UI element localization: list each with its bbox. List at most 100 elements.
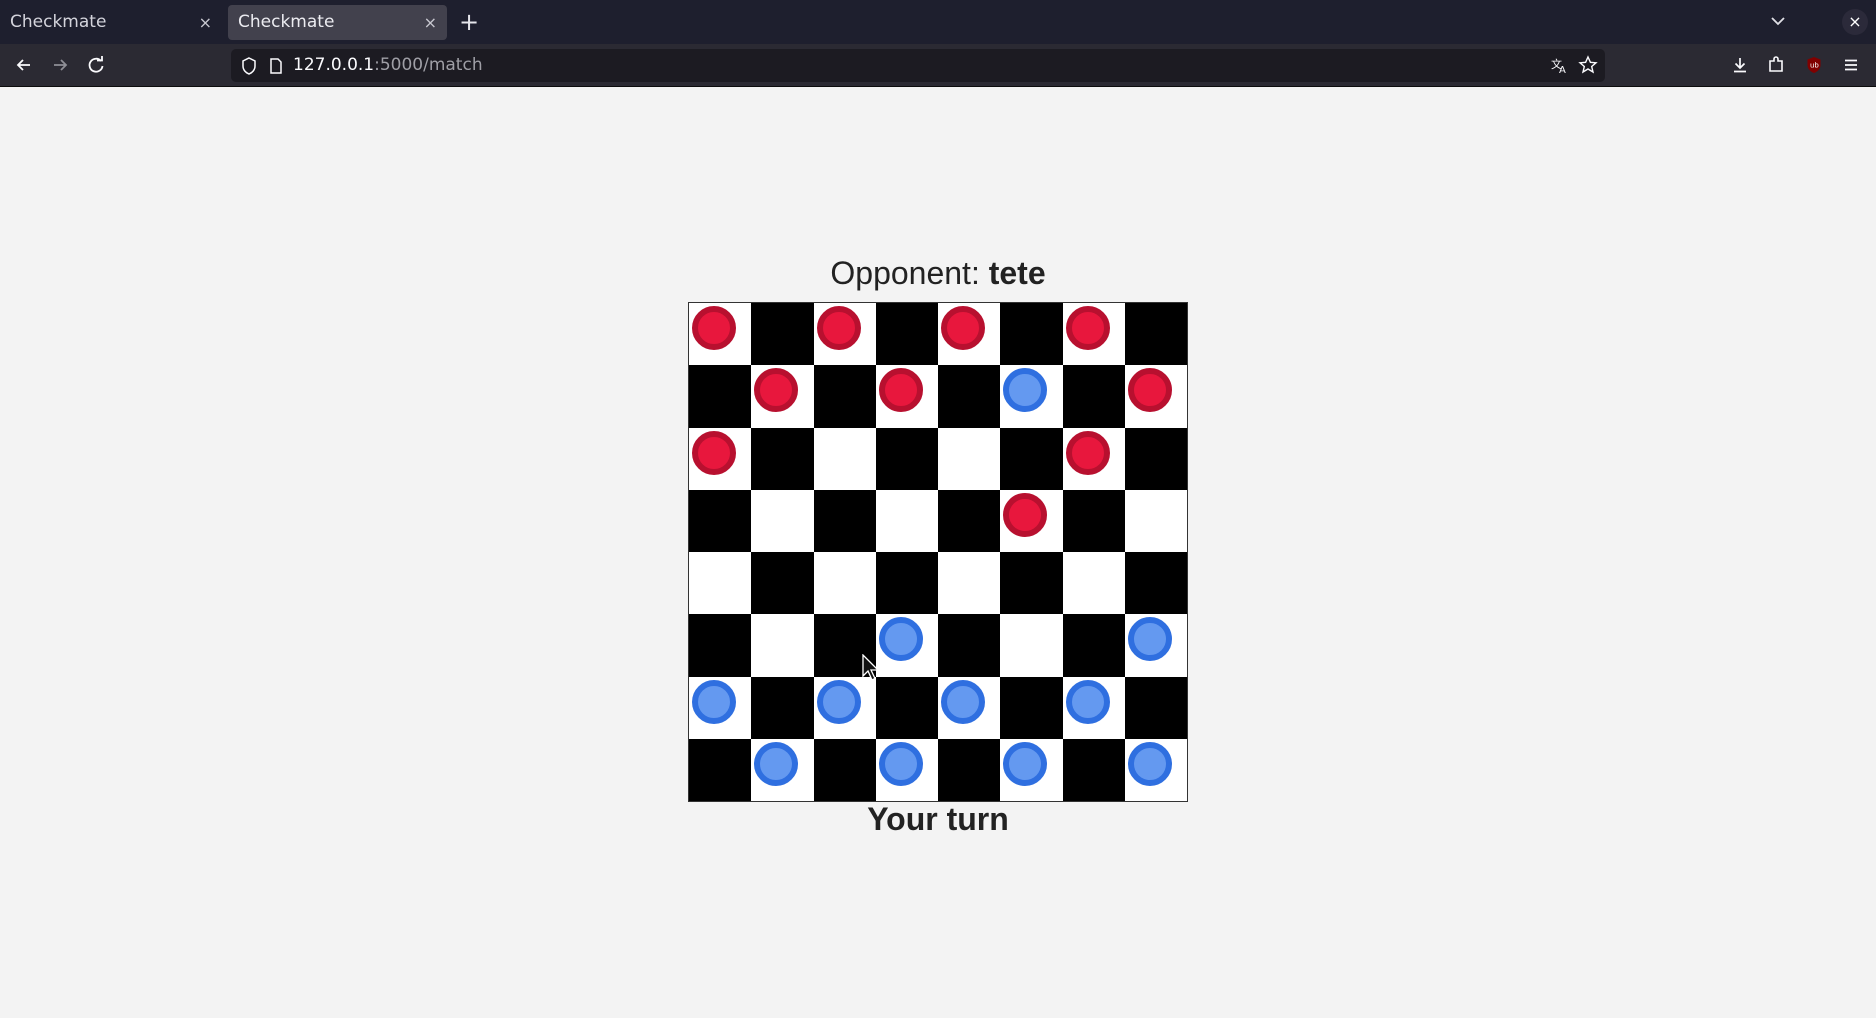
blue-checker-piece[interactable]	[692, 679, 736, 724]
board-square-r1c4[interactable]	[938, 365, 1001, 428]
blue-checker-piece[interactable]	[1065, 679, 1110, 724]
blue-checker-piece[interactable]	[1003, 368, 1048, 413]
board-square-r2c1[interactable]	[751, 427, 814, 490]
blue-checker-piece[interactable]	[816, 679, 861, 724]
board-square-r7c3[interactable]	[875, 738, 938, 801]
board-square-r4c4[interactable]	[938, 552, 1001, 615]
board-square-r0c4[interactable]	[938, 303, 1001, 366]
board-square-r4c0[interactable]	[689, 552, 752, 615]
board-square-r7c0[interactable]	[689, 738, 752, 801]
board-square-r7c1[interactable]	[751, 738, 814, 801]
board-square-r5c7[interactable]	[1124, 614, 1187, 677]
url-text[interactable]: 127.0.0.1:5000/match	[293, 49, 483, 82]
board-square-r1c3[interactable]	[875, 365, 938, 428]
back-icon[interactable]	[11, 52, 37, 78]
board-square-r4c2[interactable]	[813, 552, 876, 615]
ublock-icon[interactable]: ub	[1801, 52, 1827, 78]
board-square-r7c6[interactable]	[1062, 738, 1125, 801]
list-all-tabs-icon[interactable]	[1765, 8, 1791, 34]
tab-checkmate-2[interactable]: Checkmate ×	[228, 5, 447, 40]
board-square-r3c5[interactable]	[1000, 489, 1063, 552]
translate-icon[interactable]: 文A	[1550, 55, 1570, 79]
shield-icon[interactable]	[239, 56, 259, 80]
forward-icon[interactable]	[47, 52, 73, 78]
board-square-r0c6[interactable]	[1062, 303, 1125, 366]
board-square-r1c7[interactable]	[1124, 365, 1187, 428]
board-square-r7c2[interactable]	[813, 738, 876, 801]
board-square-r2c3[interactable]	[875, 427, 938, 490]
board-square-r6c3[interactable]	[875, 676, 938, 739]
board-square-r6c1[interactable]	[751, 676, 814, 739]
red-checker-piece[interactable]	[878, 368, 923, 413]
red-checker-piece[interactable]	[1065, 306, 1110, 350]
board-square-r0c1[interactable]	[751, 303, 814, 366]
board-square-r5c5[interactable]	[1000, 614, 1063, 677]
board-square-r7c4[interactable]	[938, 738, 1001, 801]
board-square-r4c1[interactable]	[751, 552, 814, 615]
board-square-r3c4[interactable]	[938, 489, 1001, 552]
new-tab-button[interactable]: +	[459, 6, 479, 38]
board-square-r4c6[interactable]	[1062, 552, 1125, 615]
board-square-r4c5[interactable]	[1000, 552, 1063, 615]
board-square-r5c4[interactable]	[938, 614, 1001, 677]
downloads-icon[interactable]	[1727, 52, 1753, 78]
board-square-r0c3[interactable]	[875, 303, 938, 366]
board-square-r1c2[interactable]	[813, 365, 876, 428]
close-tab-icon[interactable]: ×	[424, 5, 437, 40]
board-square-r5c1[interactable]	[751, 614, 814, 677]
board-square-r0c7[interactable]	[1124, 303, 1187, 366]
board-square-r6c0[interactable]	[689, 676, 752, 739]
board-square-r7c5[interactable]	[1000, 738, 1063, 801]
blue-checker-piece[interactable]	[1003, 741, 1048, 786]
board-square-r6c5[interactable]	[1000, 676, 1063, 739]
board-square-r3c3[interactable]	[875, 489, 938, 552]
close-window-button[interactable]: ×	[1842, 9, 1868, 35]
board-square-r7c7[interactable]	[1124, 738, 1187, 801]
board-square-r6c4[interactable]	[938, 676, 1001, 739]
board-square-r5c0[interactable]	[689, 614, 752, 677]
board-square-r1c1[interactable]	[751, 365, 814, 428]
red-checker-piece[interactable]	[692, 306, 736, 350]
board-square-r3c2[interactable]	[813, 489, 876, 552]
board-square-r0c5[interactable]	[1000, 303, 1063, 366]
red-checker-piece[interactable]	[754, 368, 799, 413]
reload-icon[interactable]	[83, 52, 109, 78]
blue-checker-piece[interactable]	[878, 617, 923, 662]
red-checker-piece[interactable]	[816, 306, 861, 350]
red-checker-piece[interactable]	[941, 306, 985, 350]
red-checker-piece[interactable]	[692, 430, 736, 475]
board-square-r1c0[interactable]	[689, 365, 752, 428]
board-square-r4c7[interactable]	[1124, 552, 1187, 615]
blue-checker-piece[interactable]	[1127, 741, 1172, 786]
board-square-r6c2[interactable]	[813, 676, 876, 739]
board-square-r2c7[interactable]	[1124, 427, 1187, 490]
red-checker-piece[interactable]	[1003, 492, 1048, 537]
board-square-r3c0[interactable]	[689, 489, 752, 552]
board-square-r3c6[interactable]	[1062, 489, 1125, 552]
extensions-icon[interactable]	[1763, 52, 1789, 78]
board-square-r5c6[interactable]	[1062, 614, 1125, 677]
board-square-r3c7[interactable]	[1124, 489, 1187, 552]
board-square-r3c1[interactable]	[751, 489, 814, 552]
board-square-r2c0[interactable]	[689, 427, 752, 490]
red-checker-piece[interactable]	[1065, 430, 1110, 475]
url-bar[interactable]: 127.0.0.1:5000/match 文A	[231, 49, 1605, 82]
menu-icon[interactable]	[1838, 52, 1864, 78]
board-square-r5c3[interactable]	[875, 614, 938, 677]
board-square-r0c2[interactable]	[813, 303, 876, 366]
close-tab-icon[interactable]: ×	[199, 5, 212, 40]
board-square-r2c4[interactable]	[938, 427, 1001, 490]
board-square-r6c6[interactable]	[1062, 676, 1125, 739]
board-square-r1c5[interactable]	[1000, 365, 1063, 428]
board-square-r2c6[interactable]	[1062, 427, 1125, 490]
blue-checker-piece[interactable]	[941, 679, 985, 724]
blue-checker-piece[interactable]	[1127, 617, 1172, 662]
blue-checker-piece[interactable]	[878, 741, 923, 786]
red-checker-piece[interactable]	[1127, 368, 1172, 413]
board-square-r0c0[interactable]	[689, 303, 752, 366]
bookmark-star-icon[interactable]	[1578, 55, 1598, 79]
board-square-r2c5[interactable]	[1000, 427, 1063, 490]
blue-checker-piece[interactable]	[754, 741, 799, 786]
board-square-r4c3[interactable]	[875, 552, 938, 615]
tab-checkmate-1[interactable]: Checkmate ×	[0, 5, 222, 40]
